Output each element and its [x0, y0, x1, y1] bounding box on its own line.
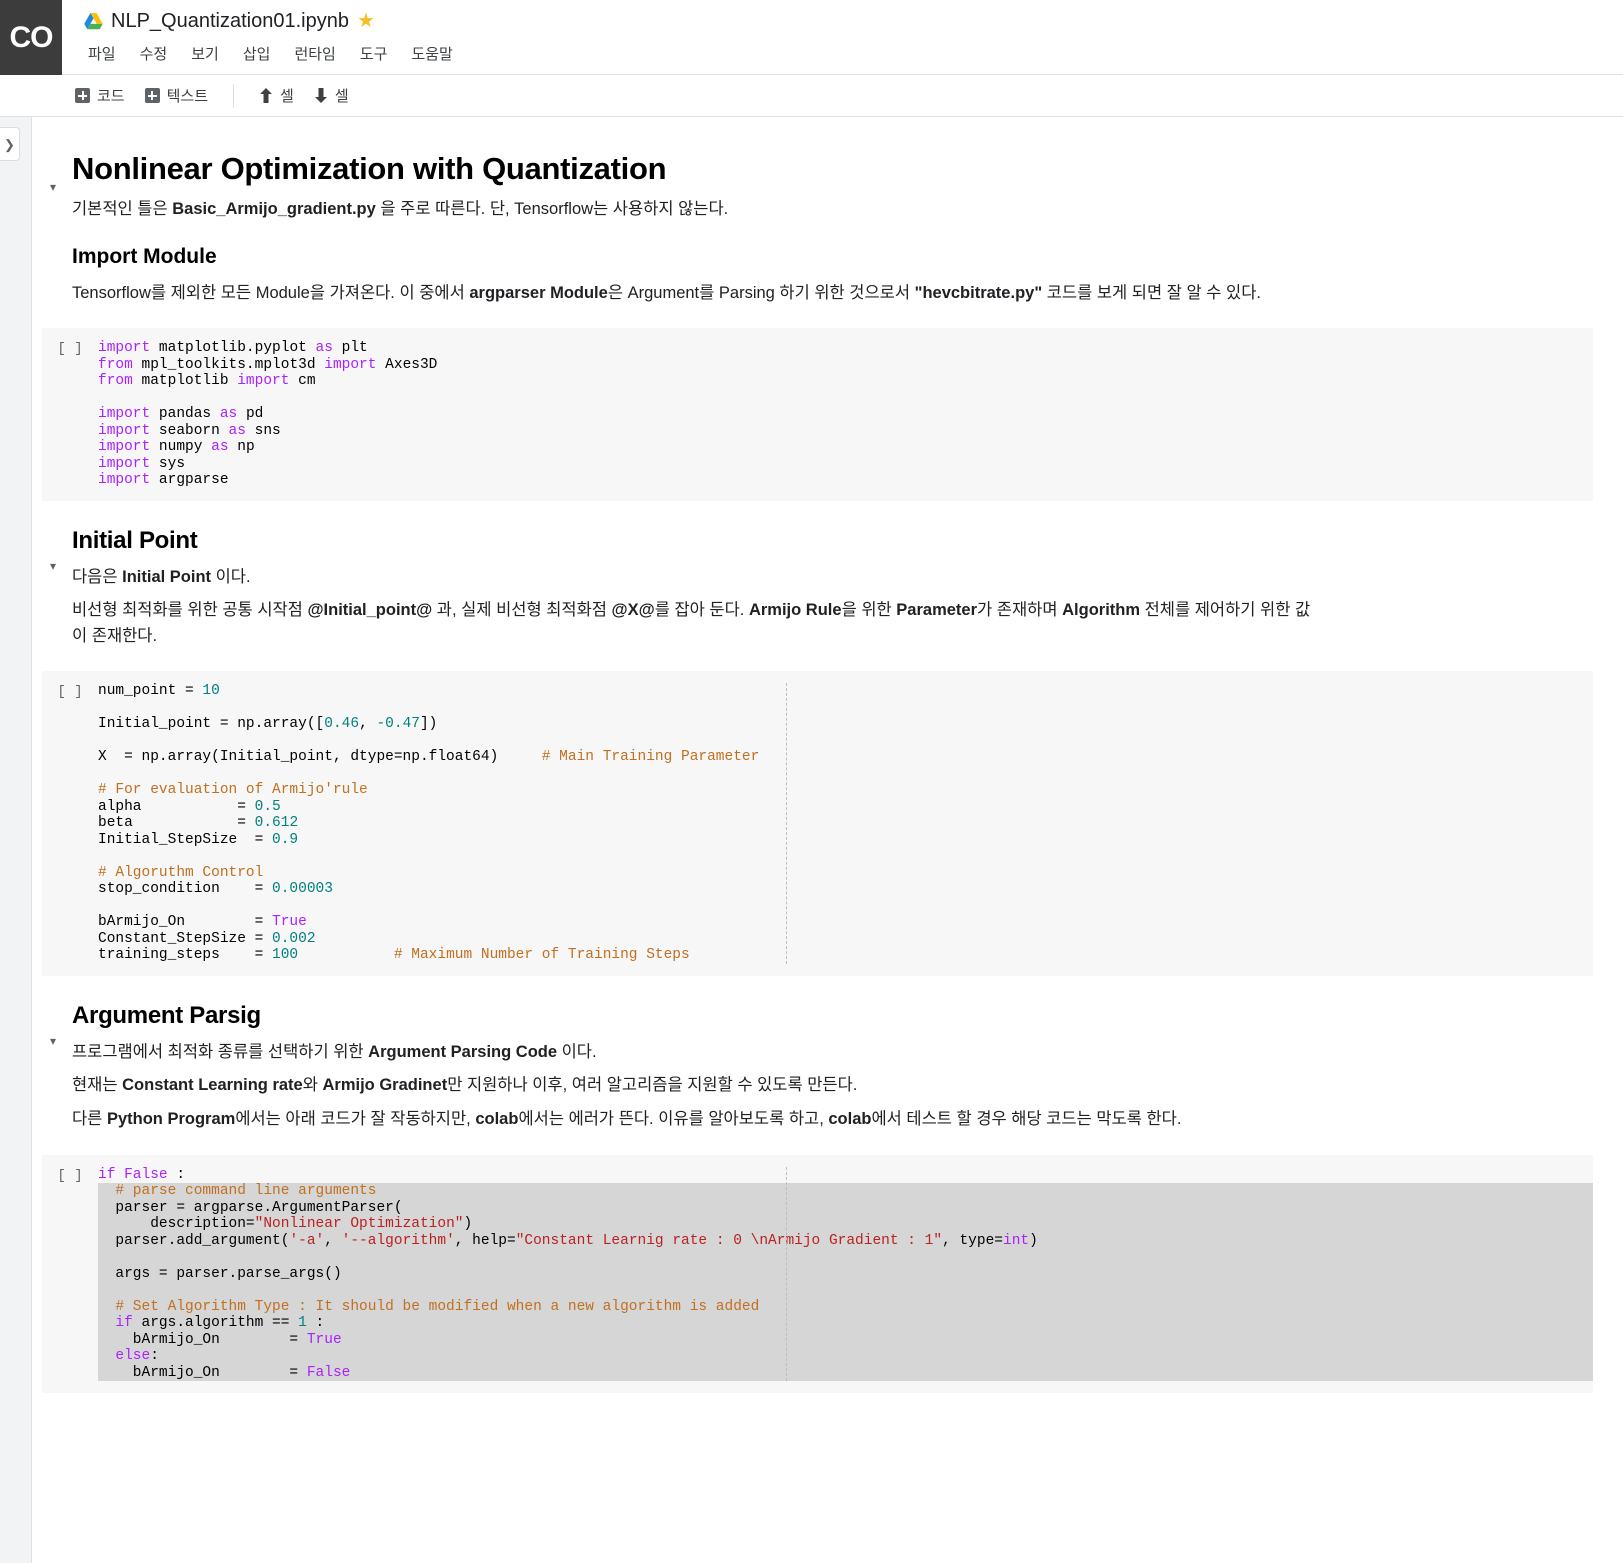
argument-parsing-paragraph-2: 현재는 Constant Learning rate와 Armijo Gradi…: [72, 1076, 858, 1095]
notebook-scroll-area[interactable]: ▾ Nonlinear Optimization with Quantizati…: [32, 117, 1623, 1563]
intro-paragraph: 기본적인 틀은 Basic_Armijo_gradient.py 을 주로 따른…: [72, 200, 729, 218]
code-content-initial-point: num_point = 10 Initial_point = np.array(…: [98, 683, 760, 964]
collapse-triangle-icon[interactable]: ▾: [50, 560, 56, 572]
argument-parsing-paragraph-1: 프로그램에서 최적화 종류를 선택하기 위한 Argument Parsing …: [72, 1042, 597, 1061]
colab-logo[interactable]: CO: [0, 0, 62, 75]
document-title-text[interactable]: NLP_Quantization01.ipynb: [111, 10, 349, 33]
argument-parsing-paragraph-3: 다른 Python Program에서는 아래 코드가 잘 작동하지만, col…: [72, 1109, 1182, 1128]
move-cell-up-label: 셀: [280, 88, 294, 105]
menu-bar: 파일 수정 보기 삽입 런타임 도구 도움말: [84, 41, 1623, 66]
initial-point-paragraph-2: 비선형 최적화를 위한 공통 시작점 @Initial_point@ 과, 실제…: [72, 601, 1311, 645]
arrow-down-icon: [314, 88, 328, 103]
plus-icon: [75, 88, 90, 103]
title-row: NLP_Quantization01.ipynb ★: [84, 6, 1623, 36]
left-sidebar-rail: ❯: [0, 117, 32, 1563]
colab-logo-text: CO: [9, 20, 54, 54]
add-code-cell-label: 코드: [97, 88, 125, 105]
star-icon[interactable]: ★: [357, 11, 375, 31]
menu-item-help[interactable]: 도움말: [409, 41, 454, 66]
menu-item-view[interactable]: 보기: [189, 41, 221, 66]
menu-item-tools[interactable]: 도구: [358, 41, 390, 66]
section-heading-import-module: Import Module: [72, 244, 217, 268]
body: ❯ ▾ Nonlinear Optimization with Quantiza…: [0, 117, 1623, 1563]
run-cell-button[interactable]: [ ]: [42, 683, 98, 964]
collapse-triangle-icon[interactable]: ▾: [50, 181, 56, 193]
move-cell-down-button[interactable]: 셀: [307, 81, 356, 110]
section-heading-initial-point: Initial Point: [72, 526, 198, 554]
menu-item-insert[interactable]: 삽입: [241, 41, 273, 66]
code-editor[interactable]: import matplotlib.pyplot as plt from mpl…: [98, 340, 1593, 489]
move-cell-down-label: 셀: [334, 88, 349, 105]
add-code-cell-button[interactable]: 코드: [68, 81, 132, 110]
app-header: CO NLP_Quantization01.ipynb ★ 파일 수정 보기 삽…: [0, 0, 1623, 75]
header-main: NLP_Quantization01.ipynb ★ 파일 수정 보기 삽입 런…: [62, 0, 1623, 74]
run-cell-button[interactable]: [ ]: [42, 1167, 98, 1382]
drive-icon: [84, 12, 103, 30]
page-title: Nonlinear Optimization with Quantization: [72, 151, 667, 186]
notebook-toolbar: 코드 텍스트 셀 셀: [0, 75, 1623, 117]
arrow-up-icon: [259, 88, 273, 103]
section-heading-argument-parsing: Argument Parsig: [72, 1001, 261, 1029]
toolbar-divider: [233, 83, 235, 108]
menu-item-file[interactable]: 파일: [86, 41, 118, 66]
code-cell-imports[interactable]: [ ] import matplotlib.pyplot as plt from…: [42, 328, 1593, 501]
chevron-right-icon: ❯: [4, 136, 15, 152]
sidebar-expand-button[interactable]: ❯: [0, 127, 20, 161]
initial-point-paragraph-1: 다음은 Initial Point 이다.: [72, 567, 251, 586]
code-editor[interactable]: if False : # parse command line argument…: [98, 1166, 1593, 1381]
indent-guide: [786, 683, 787, 964]
menu-item-edit[interactable]: 수정: [138, 41, 170, 66]
code-cell-initial-point[interactable]: [ ] num_point = 10 Initial_point = np.ar…: [42, 671, 1593, 976]
code-content-imports: import matplotlib.pyplot as plt from mpl…: [98, 340, 438, 489]
code-content-argument-parsing: if False : # parse command line argument…: [98, 1167, 1593, 1381]
markdown-cell-title[interactable]: ▾ Nonlinear Optimization with Quantizati…: [42, 151, 1593, 223]
markdown-cell-import-module[interactable]: Import Module Tensorflow를 제외한 모든 Module을…: [42, 245, 1593, 307]
run-cell-button[interactable]: [ ]: [42, 340, 98, 489]
markdown-cell-initial-point[interactable]: ▾ Initial Point 다음은 Initial Point 이다. 비선…: [42, 527, 1593, 650]
import-module-paragraph: Tensorflow를 제외한 모든 Module을 가져온다. 이 중에서 a…: [72, 283, 1261, 302]
add-text-cell-label: 텍스트: [166, 88, 209, 105]
move-cell-up-button[interactable]: 셀: [252, 81, 301, 110]
plus-icon: [144, 88, 160, 103]
collapse-triangle-icon[interactable]: ▾: [50, 1035, 56, 1047]
menu-item-runtime[interactable]: 런타임: [292, 41, 337, 66]
code-cell-argument-parsing[interactable]: [ ] if False : # parse command line argu…: [42, 1154, 1593, 1393]
code-editor[interactable]: num_point = 10 Initial_point = np.array(…: [98, 683, 1593, 964]
add-text-cell-button[interactable]: 텍스트: [138, 81, 215, 110]
indent-guide: [786, 1166, 787, 1381]
markdown-cell-argument-parsing[interactable]: ▾ Argument Parsig 프로그램에서 최적화 종류를 선택하기 위한…: [42, 1002, 1593, 1133]
